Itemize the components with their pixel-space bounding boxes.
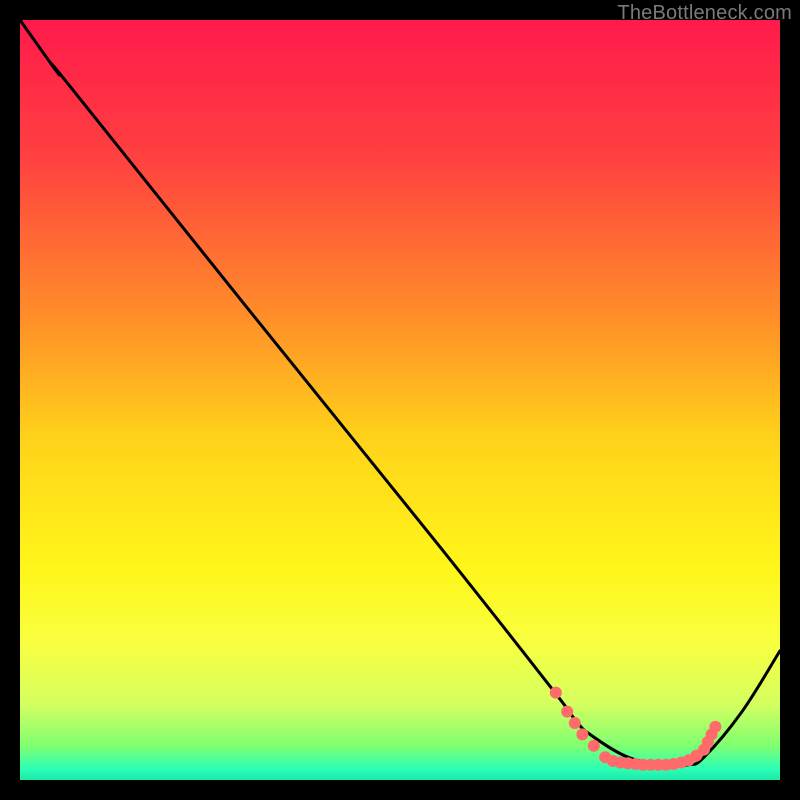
chart-stage: TheBottleneck.com [0, 0, 800, 800]
highlight-dot [561, 706, 573, 718]
highlight-dot [588, 740, 600, 752]
watermark-label: TheBottleneck.com [617, 2, 792, 25]
plot-area [20, 20, 780, 780]
plot-background [20, 20, 780, 780]
highlight-dot [569, 717, 581, 729]
highlight-dot [576, 728, 588, 740]
highlight-dot [709, 721, 721, 733]
plot-svg [20, 20, 780, 780]
highlight-dot [550, 687, 562, 699]
